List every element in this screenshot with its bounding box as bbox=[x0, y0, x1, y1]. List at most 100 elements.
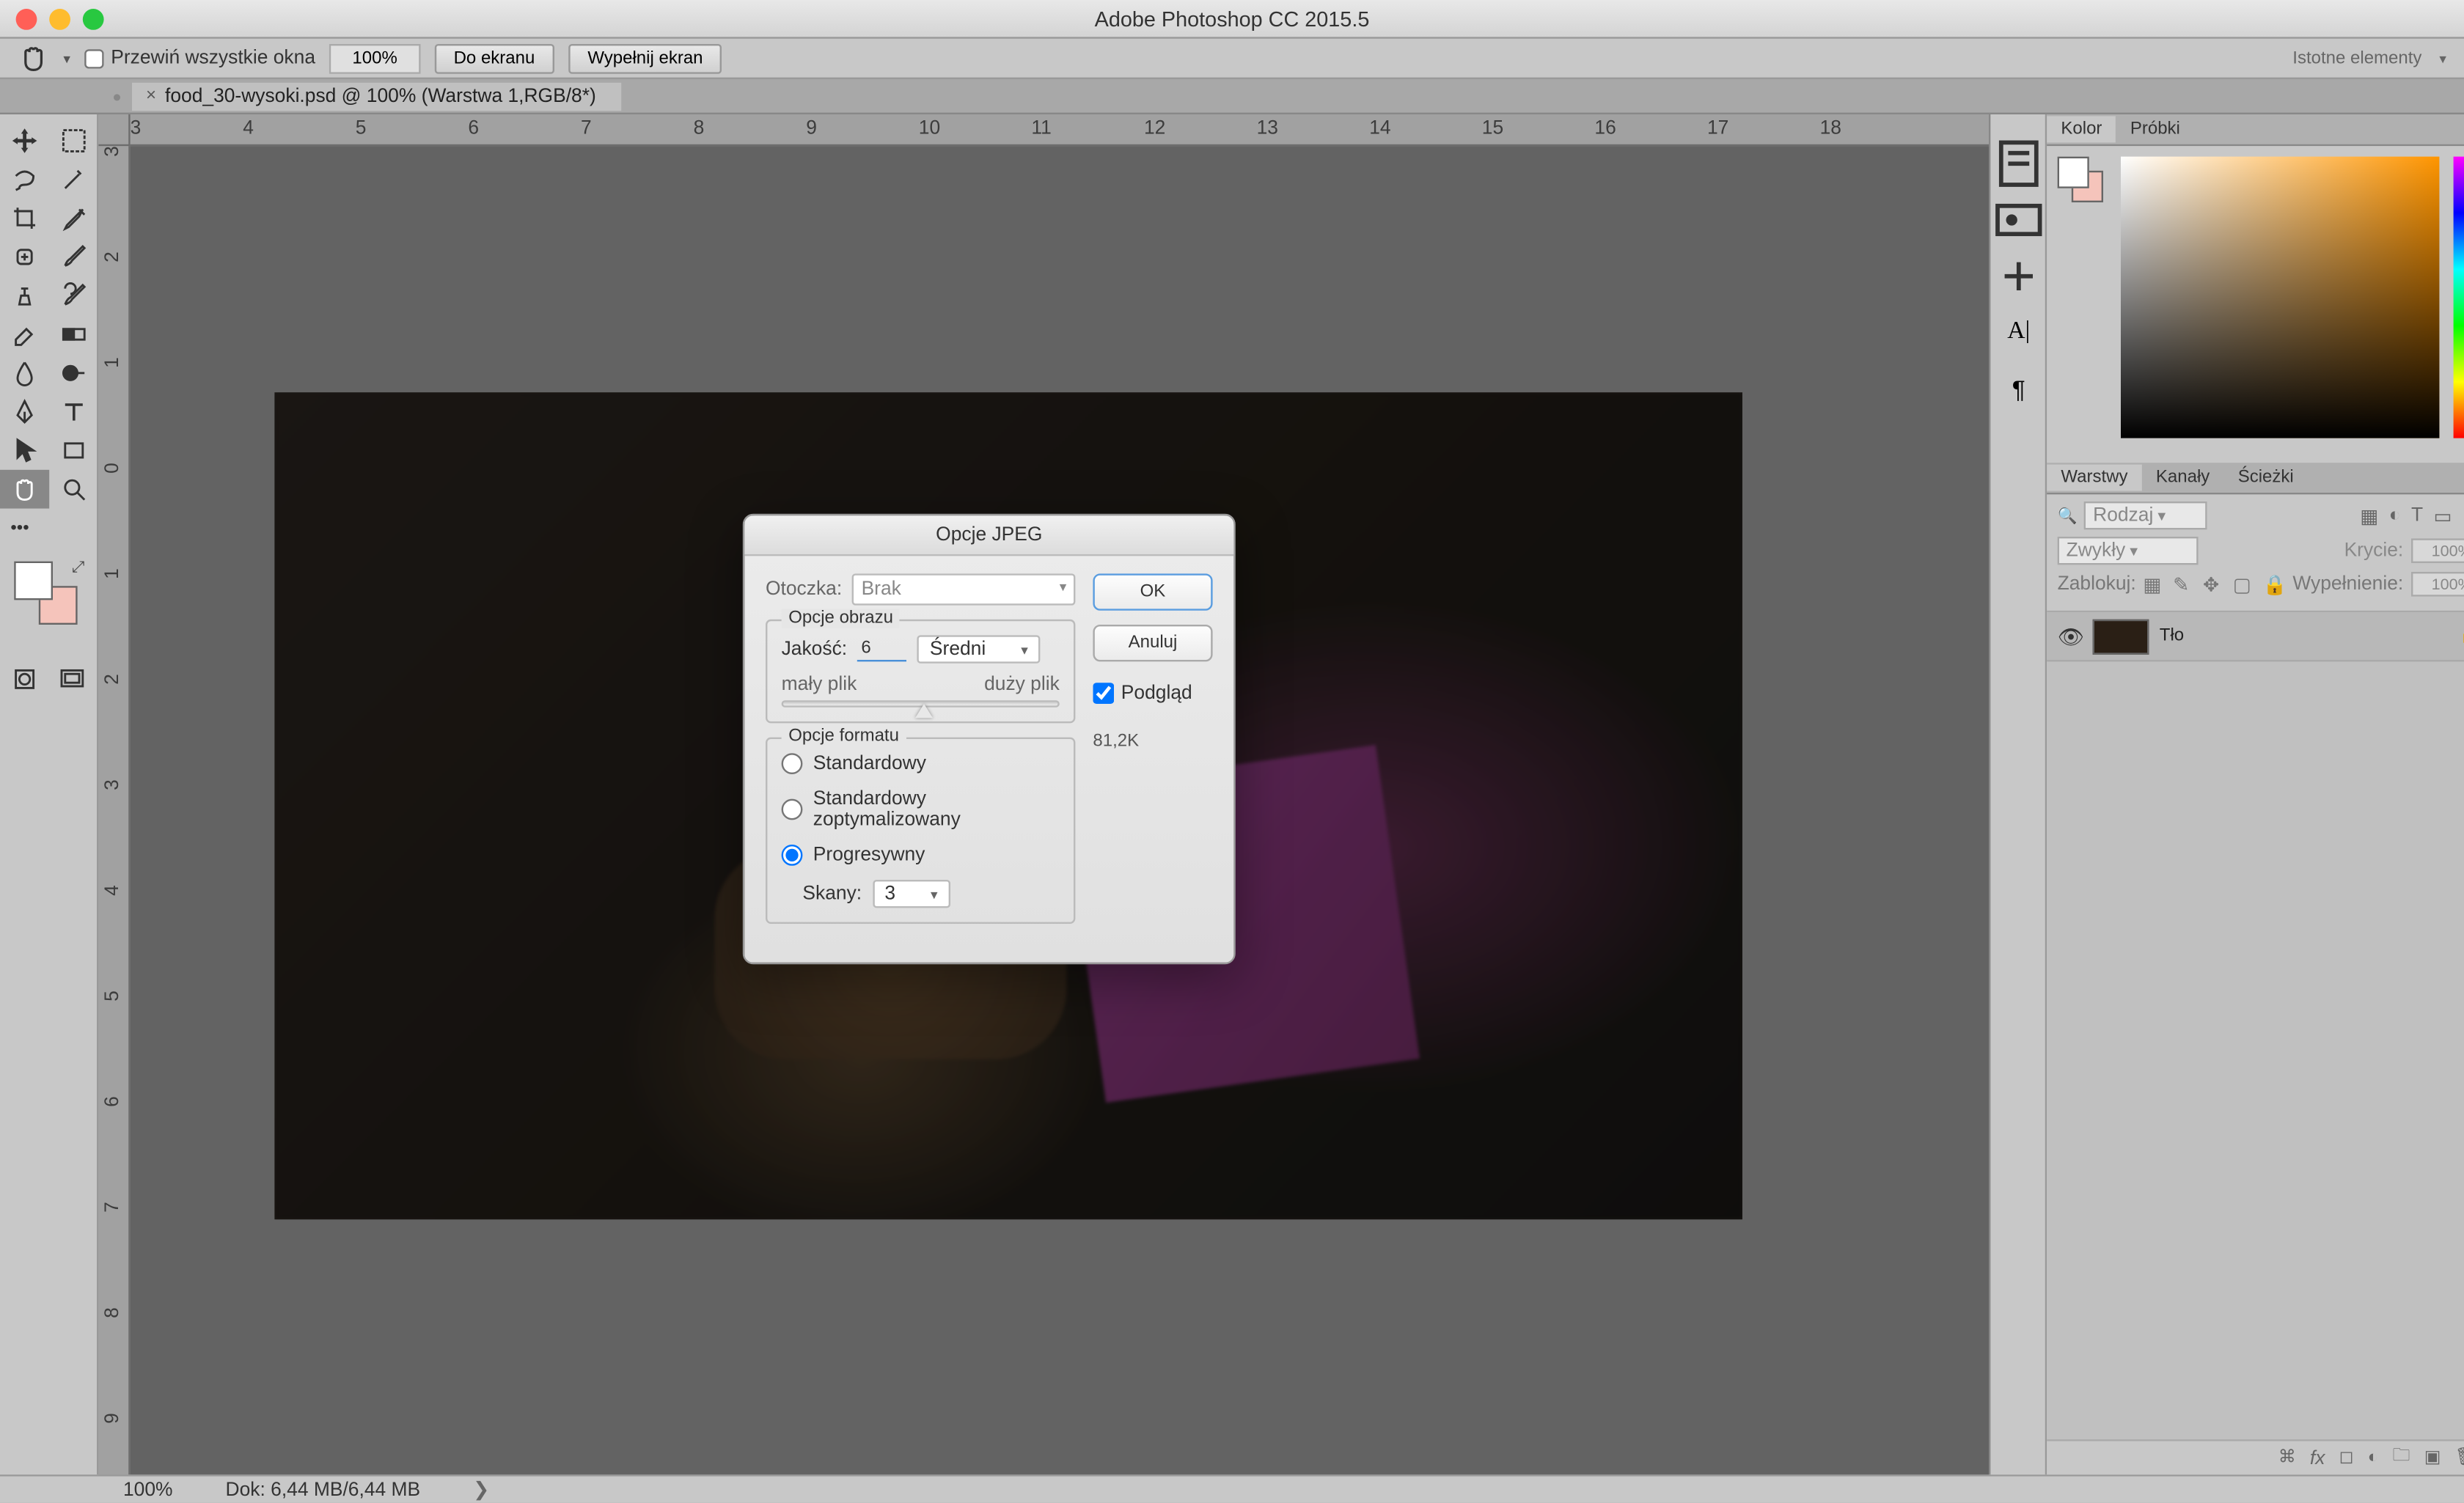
layer-style-icon[interactable]: fx bbox=[2310, 1447, 2325, 1469]
scans-select[interactable]: 3▾ bbox=[873, 880, 950, 908]
swatches-tab[interactable]: Próbki bbox=[2116, 116, 2194, 142]
swap-colors-icon[interactable]: ⤢ bbox=[72, 558, 84, 577]
color-tab[interactable]: Kolor bbox=[2047, 116, 2116, 142]
properties-panel-icon[interactable] bbox=[1990, 192, 2047, 249]
filter-adjustment-icon[interactable]: ◐ bbox=[2389, 504, 2401, 527]
layers-panel-menu-icon[interactable]: ≡ bbox=[2460, 468, 2464, 487]
lock-all-icon[interactable]: 🔒 bbox=[2263, 573, 2286, 595]
close-window-icon[interactable] bbox=[16, 8, 37, 29]
dialog-title: Opcje JPEG bbox=[744, 515, 1233, 556]
type-tool[interactable] bbox=[49, 392, 98, 431]
maximize-window-icon[interactable] bbox=[83, 8, 104, 29]
color-swatch[interactable]: ⤢ bbox=[14, 562, 77, 625]
move-tool[interactable] bbox=[0, 122, 49, 161]
status-zoom[interactable]: 100% bbox=[123, 1479, 173, 1500]
preview-checkbox[interactable]: Podgląd bbox=[1093, 683, 1212, 704]
layer-name[interactable]: Tło bbox=[2160, 626, 2449, 645]
screen-mode-tool[interactable] bbox=[48, 660, 97, 699]
baseline-radio[interactable]: Standardowy bbox=[782, 753, 1060, 774]
layer-group-icon[interactable]: 🗀 bbox=[2393, 1443, 2410, 1473]
layer-mask-icon[interactable]: ◻ bbox=[2339, 1448, 2354, 1467]
tool-preset-dropdown[interactable]: ▾ bbox=[63, 50, 70, 66]
hand-tool[interactable] bbox=[0, 470, 49, 509]
dodge-tool[interactable] bbox=[49, 353, 98, 392]
ruler-origin[interactable] bbox=[98, 114, 130, 146]
filter-type-icon[interactable]: T bbox=[2411, 504, 2423, 527]
pen-tool[interactable] bbox=[0, 392, 49, 431]
layer-row[interactable]: 👁 Tło 🔒 bbox=[2047, 612, 2464, 661]
crop-tool[interactable] bbox=[0, 199, 49, 238]
status-doc-size[interactable]: Dok: 6,44 MB/6,44 MB bbox=[226, 1479, 421, 1500]
minimize-window-icon[interactable] bbox=[49, 8, 70, 29]
quick-mask-tool[interactable] bbox=[0, 660, 48, 699]
matte-select[interactable]: Brak▾ bbox=[853, 573, 1076, 605]
channels-tab[interactable]: Kanały bbox=[2142, 465, 2224, 491]
fill-label: Wypełnienie: bbox=[2292, 573, 2403, 595]
history-brush-tool[interactable] bbox=[49, 276, 98, 315]
eyedropper-tool[interactable] bbox=[49, 199, 98, 238]
filter-shape-icon[interactable]: ▭ bbox=[2434, 504, 2452, 527]
lock-transparency-icon[interactable]: ▦ bbox=[2143, 573, 2166, 595]
blend-mode-select[interactable]: Zwykły ▾ bbox=[2058, 537, 2199, 565]
adjustment-layer-icon[interactable]: ◐ bbox=[2368, 1448, 2379, 1467]
hue-slider[interactable] bbox=[2452, 157, 2464, 438]
new-layer-icon[interactable]: ▣ bbox=[2424, 1448, 2441, 1467]
fill-screen-button[interactable]: Wypełnij ekran bbox=[568, 43, 722, 73]
quality-slider[interactable] bbox=[782, 700, 1060, 708]
scroll-all-windows-checkbox[interactable]: Przewiń wszystkie okna bbox=[84, 48, 315, 69]
color-panel-menu-icon[interactable]: ≡ bbox=[2460, 120, 2464, 139]
vertical-ruler[interactable]: 3210123456789 bbox=[98, 146, 130, 1474]
quality-preset-select[interactable]: Średni▾ bbox=[917, 635, 1041, 663]
zoom-tool[interactable] bbox=[49, 470, 98, 509]
zoom-level-field[interactable]: 100% bbox=[329, 43, 420, 73]
filter-pixel-icon[interactable]: ▦ bbox=[2360, 504, 2378, 527]
workspace-chevron-icon[interactable]: ▾ bbox=[2439, 50, 2446, 66]
quality-slider-thumb[interactable] bbox=[915, 704, 933, 718]
layers-footer: ⌘ fx ◻ ◐ 🗀 ▣ 🗑 bbox=[2047, 1439, 2464, 1474]
edit-toolbar[interactable]: ••• bbox=[0, 509, 49, 548]
layer-thumbnail[interactable] bbox=[2093, 619, 2149, 654]
marquee-tool[interactable] bbox=[49, 122, 98, 161]
delete-layer-icon[interactable]: 🗑 bbox=[2455, 1448, 2464, 1467]
glyphs-panel-icon[interactable]: ¶ bbox=[1990, 361, 2047, 417]
close-tab-icon[interactable]: × bbox=[146, 87, 156, 106]
link-layers-icon[interactable]: ⌘ bbox=[2278, 1448, 2296, 1467]
fit-screen-button[interactable]: Do ekranu bbox=[434, 43, 554, 73]
eraser-tool[interactable] bbox=[0, 315, 49, 354]
paths-tab[interactable]: Ścieżki bbox=[2224, 465, 2308, 491]
layers-tab[interactable]: Warstwy bbox=[2047, 465, 2142, 491]
progressive-radio[interactable]: Progresywny bbox=[782, 845, 1060, 866]
magic-wand-tool[interactable] bbox=[49, 160, 98, 199]
healing-brush-tool[interactable] bbox=[0, 238, 49, 276]
lock-pixels-icon[interactable]: ✎ bbox=[2173, 573, 2196, 595]
blur-tool[interactable] bbox=[0, 353, 49, 392]
cancel-button[interactable]: Anuluj bbox=[1093, 625, 1212, 661]
tab-modified-icon: • bbox=[113, 82, 122, 110]
lock-position-icon[interactable]: ✥ bbox=[2203, 573, 2226, 595]
layer-visibility-icon[interactable]: 👁 bbox=[2058, 624, 2083, 649]
brush-tool[interactable] bbox=[49, 238, 98, 276]
lock-artboard-icon[interactable]: ▢ bbox=[2233, 573, 2256, 595]
document-tab[interactable]: × food_30-wysoki.psd @ 100% (Warstwa 1,R… bbox=[132, 82, 621, 110]
color-field[interactable] bbox=[2121, 157, 2438, 438]
path-selection-tool[interactable] bbox=[0, 431, 49, 470]
character-panel-icon[interactable] bbox=[1990, 248, 2047, 304]
filter-type-select[interactable]: Rodzaj ▾ bbox=[2084, 501, 2207, 529]
rectangle-tool[interactable] bbox=[49, 431, 98, 470]
workspace-switcher[interactable]: Istotne elementy bbox=[2292, 48, 2421, 67]
panel-foreground-color[interactable] bbox=[2058, 157, 2089, 188]
ok-button[interactable]: OK bbox=[1093, 573, 1212, 610]
foreground-color[interactable] bbox=[14, 562, 53, 600]
lasso-tool[interactable] bbox=[0, 160, 49, 199]
quality-input[interactable] bbox=[858, 637, 907, 662]
gradient-tool[interactable] bbox=[49, 315, 98, 354]
status-menu-icon[interactable]: ❯ bbox=[473, 1478, 489, 1501]
history-panel-icon[interactable] bbox=[1990, 136, 2047, 192]
layer-locked-icon[interactable]: 🔒 bbox=[2459, 626, 2464, 645]
opacity-field[interactable]: 100% bbox=[2410, 538, 2464, 563]
baseline-optimized-radio[interactable]: Standardowy zoptymalizowany bbox=[782, 788, 1060, 831]
paragraph-panel-icon[interactable]: A| bbox=[1990, 304, 2047, 361]
horizontal-ruler[interactable]: 3456789101112131415161718 bbox=[131, 114, 1989, 146]
fill-field[interactable]: 100% bbox=[2410, 572, 2464, 597]
clone-stamp-tool[interactable] bbox=[0, 276, 49, 315]
